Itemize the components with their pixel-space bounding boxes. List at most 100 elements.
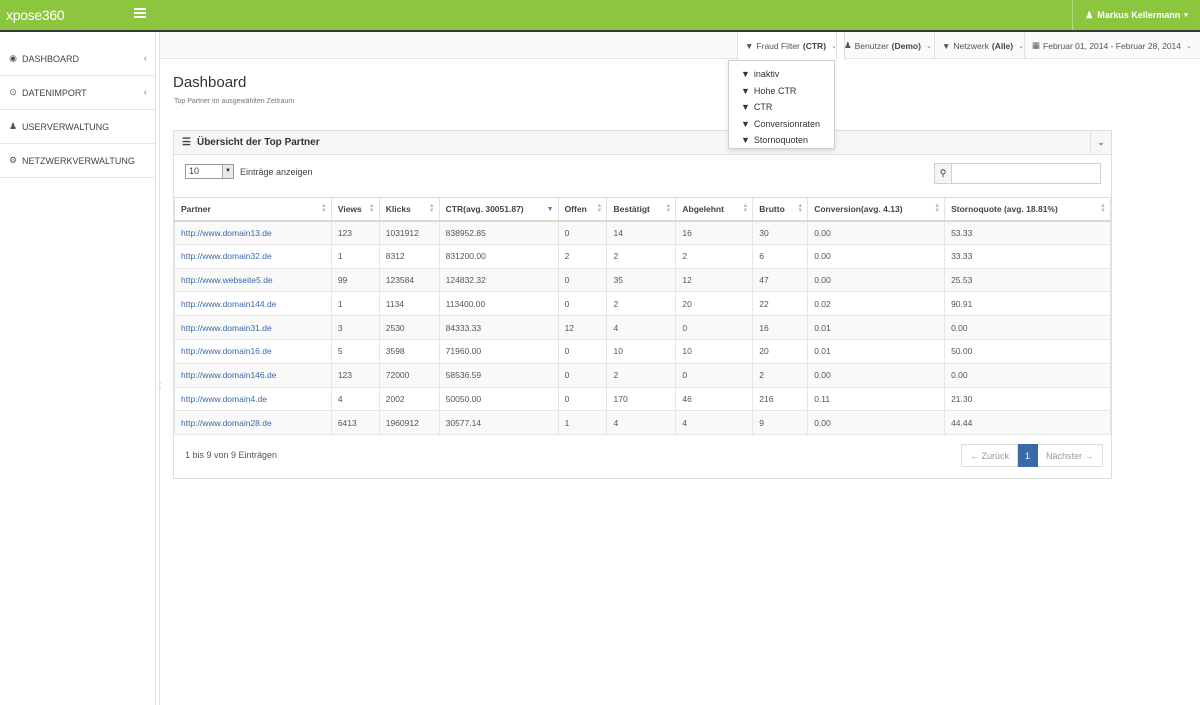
page-1-button[interactable]: 1 [1018, 444, 1039, 467]
table-cell: 3598 [378, 338, 440, 364]
sort-desc-icon: ▼ [546, 206, 554, 213]
table-cell: 0.01 [807, 315, 946, 340]
partner-link[interactable]: http://www.domain4.de [181, 394, 267, 404]
column-header[interactable]: Partner ▲ ▼ [174, 197, 332, 222]
sort-icon: ▲ ▼ [320, 203, 327, 214]
column-header-label: Views [337, 203, 362, 214]
date-range-button[interactable]: ▦ Februar 01, 2014 - Februar 28, 2014 ⌄ [1024, 32, 1199, 59]
column-header[interactable]: Bestätigt ▲ ▼ [606, 197, 677, 222]
table-row: http://www.domain32.de 1 8312 831200.00 2 2 2 6… [174, 243, 1111, 269]
column-header[interactable]: Offen ▲ ▼ [557, 197, 608, 222]
sidebar-item-datenimport[interactable]: ⊙ DATENIMPORT ‹ [0, 76, 155, 110]
table-cell: 50.00 [944, 338, 1111, 364]
table-cell: http://www.domain31.de [174, 315, 332, 340]
next-page-button[interactable]: Nächster → [1038, 444, 1103, 467]
table-cell: 3 [330, 315, 380, 340]
table-cell: 4 [606, 315, 677, 340]
table-row: http://www.domain31.de 3 2530 84333.33 12 4 0 1… [174, 315, 1111, 340]
column-header[interactable]: Brutto ▲ ▼ [752, 197, 809, 222]
partner-link[interactable]: http://www.domain144.de [181, 299, 276, 309]
sort-icon: ▲ ▼ [797, 203, 804, 214]
partner-link[interactable]: http://www.domain16.de [181, 346, 272, 356]
brand-logo[interactable]: xpose360 [6, 7, 65, 23]
filter-icon: ▼ [741, 102, 750, 113]
sort-icon: ▲ ▼ [1100, 203, 1106, 214]
entries-length-select[interactable]: 10 ▼ [185, 164, 234, 179]
dropdown-item-conversionraten[interactable]: ▼ Conversionraten [729, 116, 834, 133]
chevron-left-icon: ‹ [143, 53, 147, 64]
table-cell: 838952.85 [438, 220, 559, 245]
filter-value: (Demo) [891, 40, 921, 51]
netzwerk-filter-button[interactable]: ▼ Netzwerk (Alle) ⌄ [934, 32, 1031, 59]
table-cell: http://www.domain146.de [174, 362, 332, 388]
sidebar-item-userverwaltung[interactable]: ♟ USERVERWALTUNG [0, 110, 155, 144]
table-cell: http://www.webseite5.de [174, 267, 332, 293]
table-cell: 14 [606, 220, 677, 245]
table-cell: 22 [752, 291, 809, 317]
partner-link[interactable]: http://www.webseite5.de [181, 275, 273, 285]
table-cell: 20 [675, 291, 754, 317]
table-cell: 0.00 [944, 362, 1111, 388]
column-header[interactable]: Views ▲ ▼ [330, 197, 380, 222]
panel-title: Übersicht der Top Partner [196, 137, 320, 148]
table-cell: 0.11 [807, 386, 946, 412]
prev-page-button[interactable]: ← Zurück [961, 444, 1019, 467]
user-name: Markus Kellermann [1097, 10, 1181, 20]
column-header[interactable]: CTR(avg. 30051.87) ▼ [438, 197, 559, 222]
table-cell: 0.02 [807, 291, 946, 317]
partner-link[interactable]: http://www.domain32.de [181, 251, 272, 261]
filter-icon: ▼ [741, 85, 750, 96]
dropdown-item-label: Conversionraten [753, 118, 820, 129]
table-cell: 5 [330, 338, 380, 364]
table-cell: 90.91 [944, 291, 1111, 317]
dropdown-item-stornoquoten[interactable]: ▼ Stornoquoten [729, 132, 834, 149]
table-cell: 47 [752, 267, 809, 293]
column-header[interactable]: Conversion(avg. 4.13) ▲ ▼ [807, 197, 946, 222]
menu-toggle-icon[interactable] [134, 8, 146, 20]
user-menu[interactable]: ♟ Markus Kellermann ▾ [1072, 0, 1200, 30]
table-cell: 123584 [378, 267, 440, 293]
table-cell: 0 [557, 386, 608, 412]
table-cell: 4 [330, 386, 380, 412]
table-row: http://www.domain28.de 6413 1960912 30577.1… [174, 410, 1111, 436]
collapse-chevron-icon[interactable]: ⌄ [1090, 131, 1111, 154]
dropdown-item-inaktiv[interactable]: ▼ inaktiv [729, 66, 834, 83]
search-input[interactable] [951, 163, 1101, 184]
table-cell: 124832.32 [438, 267, 559, 293]
dropdown-item-hohe-ctr[interactable]: ▼ Hohe CTR [729, 83, 834, 100]
table-row: http://www.domain16.de 5 3598 71960.00 0 10 10… [174, 338, 1111, 364]
table-row: http://www.domain144.de 1 1134 113400.00 0 2 2… [174, 291, 1111, 317]
table-cell: 20 [752, 338, 809, 364]
table-cell: 0 [557, 291, 608, 317]
user-icon: ♟ [1085, 9, 1094, 20]
table-cell: 21.30 [944, 386, 1111, 412]
sidebar-item-dashboard[interactable]: ◉ DASHBOARD ‹ [0, 42, 155, 76]
column-header-label: Klicks [385, 203, 411, 214]
table-cell: 12 [557, 315, 608, 340]
table-cell: 6 [752, 243, 809, 269]
fraud-filter-button[interactable]: ▼ Fraud Filter (CTR) ⌄ [737, 32, 845, 60]
column-header[interactable]: Stornoquote (avg. 18.81%) ▲ ▼ [944, 197, 1111, 222]
column-header[interactable]: Abgelehnt ▲ ▼ [675, 197, 754, 222]
resize-handle-icon[interactable]: ⋮ [156, 382, 164, 391]
sidebar-item-label: DASHBOARD [22, 53, 80, 64]
sidebar-item-label: USERVERWALTUNG [22, 121, 110, 132]
column-header-label: Stornoquote (avg. 18.81%) [951, 203, 1058, 214]
sidebar-item-netzwerkverwaltung[interactable]: ⚙ NETZWERKVERWALTUNG [0, 144, 155, 178]
benutzer-filter-button[interactable]: ♟ Benutzer (Demo) ⌄ [836, 32, 939, 59]
table-cell: 123 [330, 220, 380, 245]
column-header[interactable]: Klicks ▲ ▼ [378, 197, 440, 222]
column-header-label: Conversion(avg. 4.13) [814, 203, 903, 214]
partner-link[interactable]: http://www.domain146.de [181, 370, 276, 380]
dropdown-item-ctr[interactable]: ▼ CTR [729, 99, 834, 116]
table-cell: 2 [606, 243, 677, 269]
table-cell: 2 [606, 362, 677, 388]
filter-icon: ▼ [741, 135, 750, 146]
partner-link[interactable]: http://www.domain13.de [181, 228, 272, 238]
chevron-down-icon: ⌄ [925, 42, 932, 50]
filter-value: (CTR) [802, 41, 827, 51]
search-icon[interactable]: ⚲ [934, 163, 951, 184]
table-cell: http://www.domain28.de [174, 410, 332, 436]
partner-link[interactable]: http://www.domain28.de [181, 418, 272, 428]
partner-link[interactable]: http://www.domain31.de [181, 323, 272, 333]
